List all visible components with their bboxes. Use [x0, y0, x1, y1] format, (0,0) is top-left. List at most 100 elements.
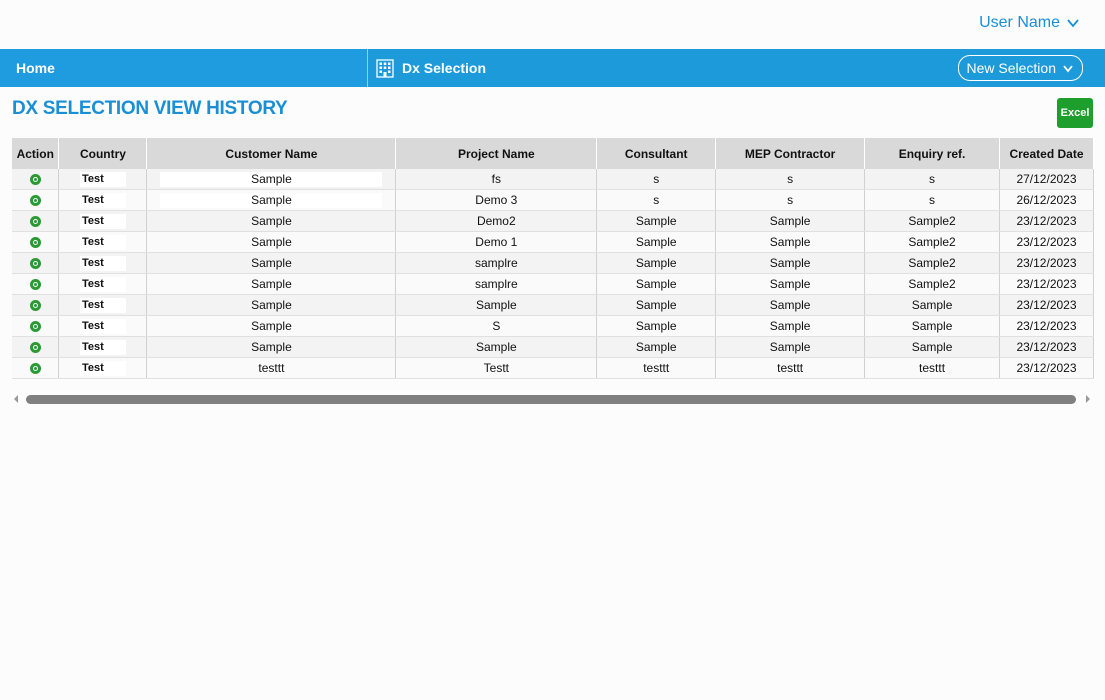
table-row: Test Sample Sample Sample Sample Sample …: [12, 336, 1095, 358]
project-cell: samplre: [395, 252, 598, 274]
nav-section-label: Dx Selection: [402, 60, 487, 76]
date-cell: 26/12/2023: [999, 189, 1095, 211]
mep-cell: Sample: [715, 273, 866, 295]
country-cell: Test: [58, 252, 148, 274]
view-circle-icon[interactable]: [29, 216, 41, 228]
consultant-cell: Sample: [596, 210, 717, 232]
action-cell: [12, 273, 60, 295]
customer-cell: Sample: [146, 252, 397, 274]
consultant-cell: Sample: [596, 252, 717, 274]
table-row: Test Sample S Sample Sample Sample 23/12…: [12, 315, 1095, 337]
consultant-cell: testtt: [596, 357, 717, 379]
excel-export-button[interactable]: Excel: [1057, 98, 1093, 128]
mep-cell: s: [715, 189, 866, 211]
enquiry-cell: testtt: [864, 357, 1000, 379]
action-cell: [12, 357, 60, 379]
mep-cell: Sample: [715, 294, 866, 316]
scrollbar-thumb[interactable]: [26, 395, 1076, 404]
country-cell: Test: [58, 336, 148, 358]
customer-cell: Sample: [146, 315, 397, 337]
view-circle-icon[interactable]: [29, 321, 41, 333]
customer-cell: Sample: [146, 210, 397, 232]
view-circle-icon[interactable]: [29, 279, 41, 291]
mep-cell: testtt: [715, 357, 866, 379]
project-cell: Demo2: [395, 210, 598, 232]
date-cell: 23/12/2023: [999, 336, 1095, 358]
column-header[interactable]: Consultant: [596, 138, 717, 169]
country-cell: Test: [58, 357, 148, 379]
column-header[interactable]: MEP Contractor: [715, 138, 866, 169]
column-header[interactable]: Country: [58, 138, 148, 169]
view-circle-icon[interactable]: [29, 195, 41, 207]
country-cell: Test: [58, 294, 148, 316]
user-menu[interactable]: User Name: [979, 14, 1080, 32]
nav-home[interactable]: Home: [0, 49, 367, 87]
country-cell: Test: [58, 315, 148, 337]
view-circle-icon[interactable]: [29, 300, 41, 312]
enquiry-cell: Sample2: [864, 210, 1000, 232]
mep-cell: s: [715, 169, 866, 190]
horizontal-scrollbar[interactable]: [12, 394, 1092, 406]
consultant-cell: Sample: [596, 336, 717, 358]
nav-bar: Home Dx Selection New Selection: [0, 49, 1105, 87]
customer-cell: Sample: [146, 189, 397, 211]
view-circle-icon[interactable]: [29, 237, 41, 249]
view-circle-icon[interactable]: [29, 258, 41, 270]
enquiry-cell: Sample2: [864, 273, 1000, 295]
column-header[interactable]: Project Name: [395, 138, 598, 169]
mep-cell: Sample: [715, 231, 866, 253]
consultant-cell: s: [596, 189, 717, 211]
customer-cell: Sample: [146, 336, 397, 358]
date-cell: 23/12/2023: [999, 294, 1095, 316]
nav-divider: [367, 49, 368, 87]
action-cell: [12, 336, 60, 358]
scroll-left-arrow-icon[interactable]: [14, 395, 18, 403]
top-bar: User Name: [0, 0, 1105, 49]
enquiry-cell: Sample: [864, 336, 1000, 358]
enquiry-cell: s: [864, 189, 1000, 211]
country-cell: Test: [58, 273, 148, 295]
action-cell: [12, 169, 60, 190]
nav-dx-selection[interactable]: Dx Selection: [376, 49, 486, 87]
column-header[interactable]: Customer Name: [146, 138, 397, 169]
enquiry-cell: Sample2: [864, 252, 1000, 274]
date-cell: 23/12/2023: [999, 315, 1095, 337]
table-row: Test Sample Demo 3 s s s 26/12/2023: [12, 189, 1095, 211]
enquiry-cell: Sample: [864, 294, 1000, 316]
column-header[interactable]: Created Date: [999, 138, 1095, 169]
date-cell: 23/12/2023: [999, 210, 1095, 232]
customer-cell: Sample: [146, 294, 397, 316]
new-selection-label: New Selection: [966, 60, 1057, 76]
mep-cell: Sample: [715, 336, 866, 358]
country-cell: Test: [58, 231, 148, 253]
view-circle-icon[interactable]: [29, 363, 41, 375]
new-selection-dropdown[interactable]: New Selection: [957, 55, 1083, 81]
view-circle-icon[interactable]: [29, 174, 41, 186]
user-name: User Name: [979, 14, 1060, 31]
mep-cell: Sample: [715, 210, 866, 232]
consultant-cell: s: [596, 169, 717, 190]
table-row: Test Sample fs s s s 27/12/2023: [12, 169, 1095, 190]
column-header[interactable]: Enquiry ref.: [864, 138, 1000, 169]
table-header-row: Action Country Customer Name Project Nam…: [12, 138, 1095, 169]
country-cell: Test: [58, 169, 148, 190]
mep-cell: Sample: [715, 252, 866, 274]
date-cell: 27/12/2023: [999, 169, 1095, 190]
view-circle-icon[interactable]: [29, 342, 41, 354]
project-cell: Demo 1: [395, 231, 598, 253]
page-title: DX SELECTION VIEW HISTORY: [12, 98, 288, 119]
consultant-cell: Sample: [596, 231, 717, 253]
action-cell: [12, 231, 60, 253]
action-cell: [12, 294, 60, 316]
project-cell: Sample: [395, 336, 598, 358]
table-row: Test Sample Demo2 Sample Sample Sample2 …: [12, 210, 1095, 232]
consultant-cell: Sample: [596, 315, 717, 337]
scroll-right-arrow-icon[interactable]: [1086, 395, 1090, 403]
enquiry-cell: s: [864, 169, 1000, 190]
column-header[interactable]: Action: [12, 138, 60, 169]
project-cell: samplre: [395, 273, 598, 295]
project-cell: Testt: [395, 357, 598, 379]
date-cell: 23/12/2023: [999, 231, 1095, 253]
project-cell: Demo 3: [395, 189, 598, 211]
action-cell: [12, 252, 60, 274]
